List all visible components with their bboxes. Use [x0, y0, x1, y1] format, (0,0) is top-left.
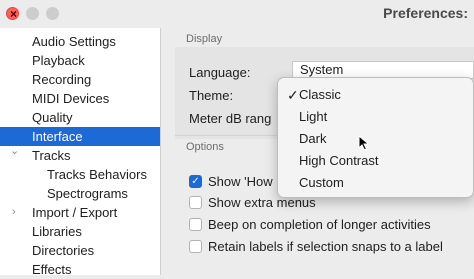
sidebar-item-label: Recording	[32, 72, 92, 87]
window-title: Preferences:	[383, 5, 468, 21]
selected-checkmark-icon: ✓	[287, 87, 299, 103]
sidebar-item-label: Tracks Behaviors	[47, 167, 147, 182]
sidebar-item-effects[interactable]: Effects	[0, 260, 160, 279]
retain-labels-checkbox[interactable]	[189, 240, 202, 253]
show-extra-menus-checkbox[interactable]	[189, 196, 202, 209]
show-how-label[interactable]: Show 'How	[208, 174, 273, 189]
sidebar-item-directories[interactable]: Directories	[0, 241, 160, 260]
theme-option-light[interactable]: Light	[299, 109, 327, 124]
close-window-button[interactable]: ×	[6, 7, 19, 21]
preferences-sidebar: Audio Settings Playback Recording MIDI D…	[0, 28, 161, 277]
sidebar-item-quality[interactable]: Quality	[0, 108, 160, 127]
theme-dropdown-menu: ✓ Classic Light Dark High Contrast Custo…	[277, 77, 474, 198]
chevron-down-icon[interactable]: ⌄	[10, 142, 19, 161]
chevron-right-icon[interactable]: ›	[12, 203, 16, 222]
mouse-cursor-icon	[358, 135, 370, 151]
sidebar-item-label: Directories	[32, 243, 95, 258]
sidebar-item-label: Effects	[32, 262, 72, 277]
display-section-label: Display	[186, 33, 223, 45]
sidebar-item-tracks-behaviors[interactable]: Tracks Behaviors	[0, 165, 160, 184]
sidebar-item-import-export[interactable]: › Import / Export	[0, 203, 160, 222]
sidebar-item-interface[interactable]: Interface	[0, 127, 160, 146]
language-label: Language:	[189, 65, 251, 80]
show-how-checkbox[interactable]: ✓	[189, 175, 202, 188]
theme-option-high-contrast[interactable]: High Contrast	[299, 153, 378, 168]
close-icon: ×	[9, 7, 17, 21]
sidebar-item-label: Import / Export	[32, 205, 118, 220]
theme-label: Theme:	[189, 88, 234, 103]
beep-on-completion-label[interactable]: Beep on completion of longer activities	[208, 217, 431, 232]
sidebar-item-libraries[interactable]: Libraries	[0, 222, 160, 241]
options-section-label: Options	[186, 141, 224, 153]
sidebar-item-recording[interactable]: Recording	[0, 70, 160, 89]
retain-labels-label[interactable]: Retain labels if selection snaps to a la…	[208, 239, 443, 254]
zoom-window-button[interactable]	[46, 7, 59, 20]
theme-option-dark[interactable]: Dark	[299, 131, 326, 146]
sidebar-item-label: Interface	[32, 129, 83, 144]
sidebar-item-label: Libraries	[32, 224, 82, 239]
sidebar-item-midi-devices[interactable]: MIDI Devices	[0, 89, 160, 108]
sidebar-item-label: Quality	[32, 110, 73, 125]
title-bar: × Preferences:	[0, 0, 474, 28]
theme-option-classic[interactable]: Classic	[299, 87, 341, 102]
theme-option-custom[interactable]: Custom	[299, 175, 344, 190]
sidebar-item-label: Playback	[32, 53, 85, 68]
minimize-window-button[interactable]	[26, 7, 39, 20]
sidebar-item-spectrograms[interactable]: Spectrograms	[0, 184, 160, 203]
checkmark-icon: ✓	[191, 176, 200, 187]
sidebar-item-playback[interactable]: Playback	[0, 51, 160, 70]
sidebar-item-tracks[interactable]: ⌄ Tracks	[0, 145, 160, 165]
sidebar-item-label: MIDI Devices	[32, 91, 110, 106]
sidebar-item-audio-settings[interactable]: Audio Settings	[0, 32, 160, 51]
sidebar-item-label: Spectrograms	[47, 186, 128, 201]
sidebar-item-label: Audio Settings	[32, 34, 116, 49]
sidebar-item-label: Tracks	[32, 148, 71, 163]
meter-db-range-label: Meter dB rang	[189, 111, 272, 126]
beep-on-completion-checkbox[interactable]	[189, 218, 202, 231]
